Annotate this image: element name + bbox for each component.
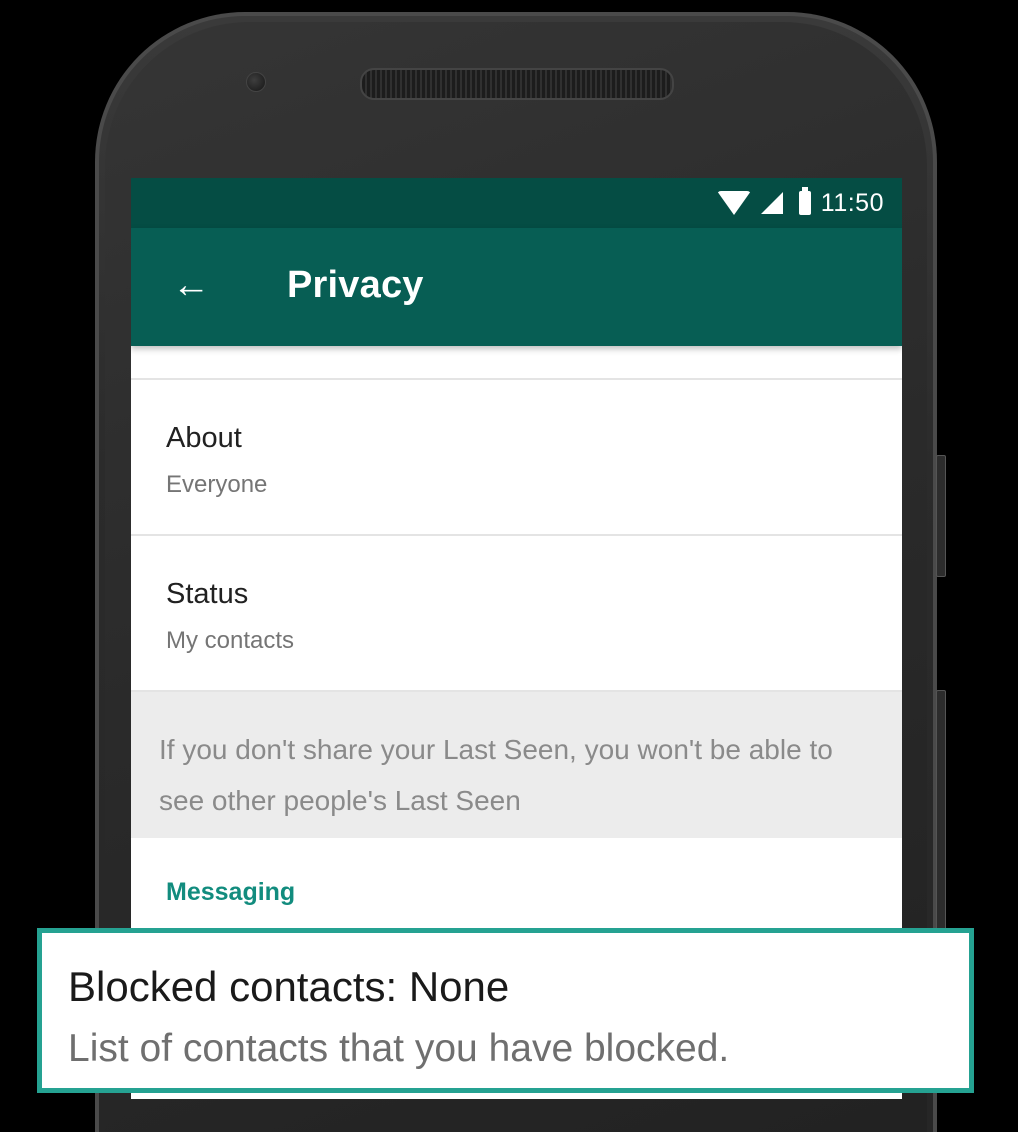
phone-power-button: [936, 455, 946, 577]
section-header-label: Messaging: [166, 878, 296, 906]
earpiece-speaker: [360, 68, 674, 100]
phone-volume-button: [936, 690, 946, 932]
page-title: Privacy: [287, 264, 424, 306]
status-bar: 11:50: [131, 178, 902, 228]
blocked-contacts-subtitle: List of contacts that you have blocked.: [68, 1027, 730, 1070]
last-seen-info-text: If you don't share your Last Seen, you w…: [131, 690, 902, 838]
wifi-icon: [716, 191, 751, 215]
status-indicators: 11:50: [716, 187, 884, 218]
signal-icon: [760, 192, 783, 214]
settings-list: About Everyone Status My contacts If you…: [131, 346, 902, 918]
battery-icon: [798, 187, 811, 215]
setting-about-value: Everyone: [166, 471, 268, 498]
back-arrow-icon[interactable]: ←: [171, 266, 211, 304]
divider: [131, 346, 902, 380]
blocked-contacts-callout[interactable]: Blocked contacts: None List of contacts …: [37, 928, 974, 1093]
section-header-messaging: Messaging: [131, 838, 902, 918]
setting-about-title: About: [166, 422, 242, 454]
setting-about[interactable]: About Everyone: [131, 380, 902, 536]
front-camera: [246, 72, 266, 92]
setting-status[interactable]: Status My contacts: [131, 536, 902, 692]
setting-status-title: Status: [166, 578, 249, 610]
setting-status-value: My contacts: [166, 627, 295, 654]
app-bar: ← Privacy: [131, 228, 902, 346]
status-time: 11:50: [820, 188, 884, 217]
blocked-contacts-title: Blocked contacts: None: [68, 963, 510, 1010]
